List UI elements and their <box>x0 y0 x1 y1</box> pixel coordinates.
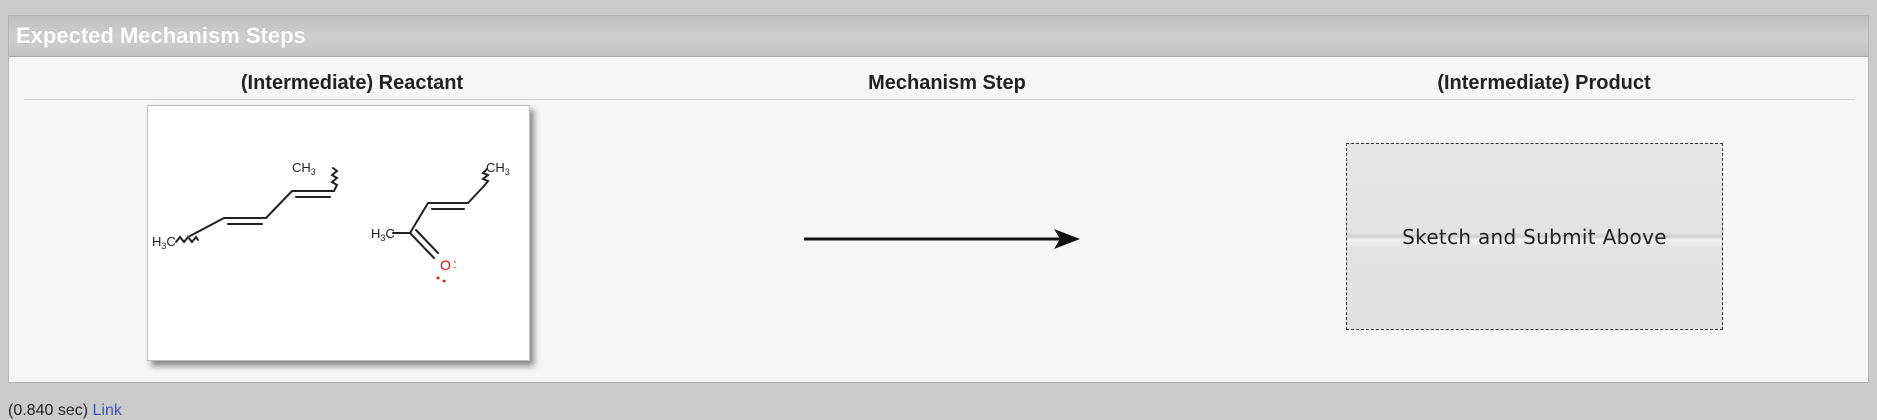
mechanism-steps-panel: Expected Mechanism Steps (Intermediate) … <box>8 15 1869 383</box>
header-divider <box>24 99 1855 100</box>
product-sketch-placeholder: Sketch and Submit Above <box>1346 143 1723 330</box>
wavy-bond-2 <box>330 167 339 192</box>
oxygen-lone-pair-right: : <box>453 256 457 271</box>
bond-2 <box>265 190 293 219</box>
reactant-molecules-drawing: H3C CH3 H3C CH3 O : <box>152 160 510 283</box>
product-placeholder-text: Sketch and Submit Above <box>1402 224 1667 249</box>
atom-label-h3c-2: H3C <box>371 226 395 243</box>
atom-label-oxygen: O <box>440 257 451 273</box>
reactant-column-header: (Intermediate) Reactant <box>240 72 464 94</box>
oxygen-lone-pair-dot-2 <box>442 279 446 283</box>
wavy-bond-1 <box>175 235 199 244</box>
panel-title: Expected Mechanism Steps <box>9 16 1868 57</box>
footer-link[interactable]: Link <box>93 402 122 419</box>
product-column-header: (Intermediate) Product <box>1437 72 1651 94</box>
atom-label-ch3-2: CH3 <box>486 160 510 177</box>
atom-label-ch3-1: CH3 <box>292 160 316 177</box>
right-arrow-icon <box>804 229 1080 249</box>
bond-1 <box>189 217 225 237</box>
oxygen-lone-pair-dot-1 <box>436 276 440 280</box>
atom-label-h3c-1: H3C <box>152 234 176 251</box>
footer: (0.840 sec) Link <box>8 402 122 420</box>
timing-text: (0.840 sec) <box>8 402 89 419</box>
bond-5 <box>467 185 485 204</box>
mechanism-step-column-header: Mechanism Step <box>868 72 1026 94</box>
mechanism-arrow <box>804 224 1089 254</box>
bond-4 <box>409 202 429 234</box>
reactant-structure-image: H3C CH3 H3C CH3 O : <box>147 105 530 361</box>
